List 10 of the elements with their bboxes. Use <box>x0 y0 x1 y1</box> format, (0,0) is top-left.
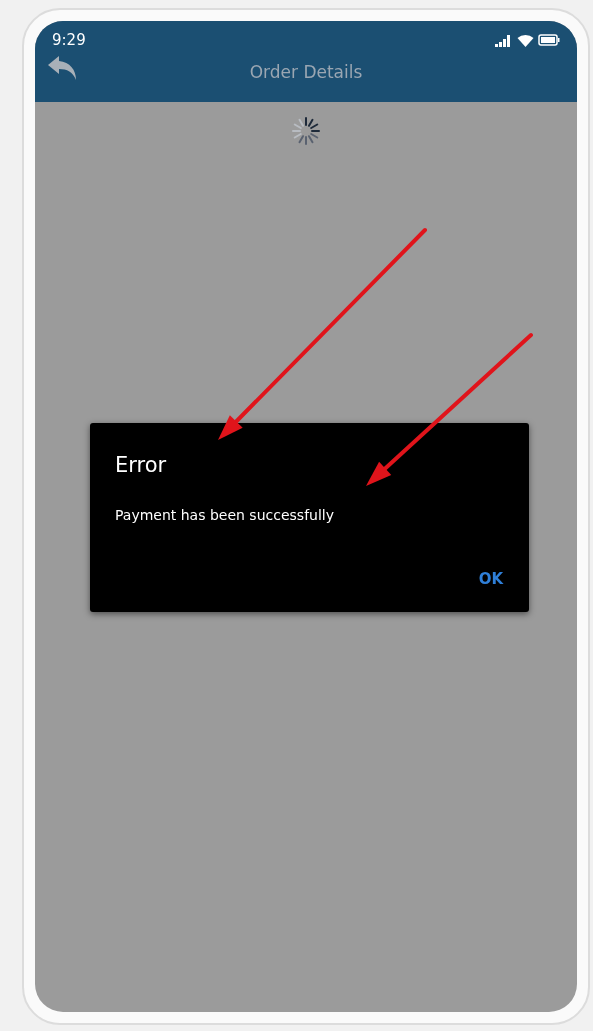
page-title: Order Details <box>249 61 363 85</box>
dialog-title: Error <box>115 452 168 479</box>
battery-icon <box>538 34 560 46</box>
status-time: 9:29 <box>52 29 86 51</box>
signal-icon <box>495 33 513 47</box>
loading-spinner-icon <box>291 116 321 146</box>
back-arrow-icon[interactable] <box>47 55 79 81</box>
ok-button[interactable]: OK <box>477 567 504 590</box>
wifi-icon <box>517 33 534 47</box>
dialog-message: Payment has been successfully <box>115 505 335 525</box>
